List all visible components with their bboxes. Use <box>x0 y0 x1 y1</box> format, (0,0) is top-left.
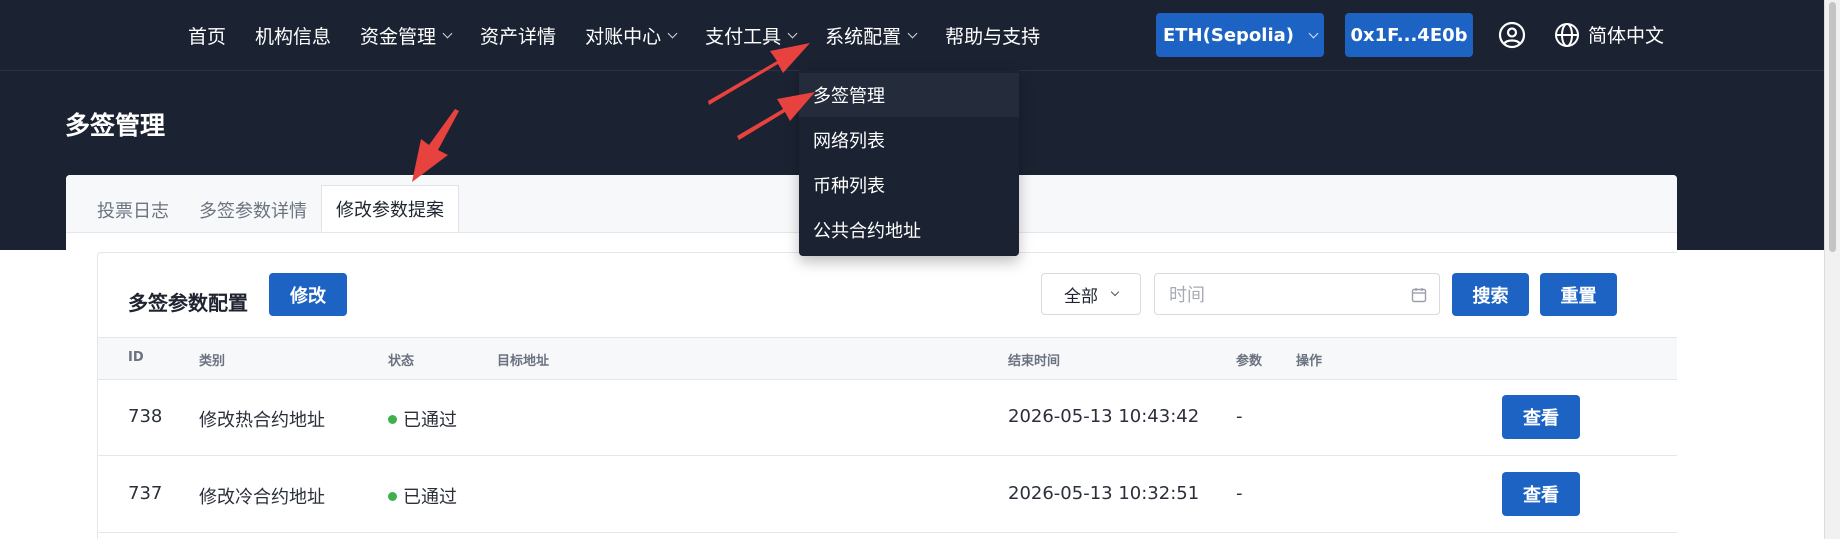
network-label: ETH(Sepolia) <box>1162 24 1294 46</box>
scrollbar-thumb[interactable] <box>1829 2 1836 252</box>
tab-modify-proposal[interactable]: 修改参数提案 <box>321 185 459 232</box>
column-header-end-time: 结束时间 <box>1008 354 1061 369</box>
view-button[interactable]: 查看 <box>1502 472 1580 516</box>
dropdown-item-tokens[interactable]: 币种列表 <box>799 163 1019 207</box>
search-button[interactable]: 搜索 <box>1452 273 1529 316</box>
network-select-button[interactable]: ETH(Sepolia) <box>1156 13 1324 57</box>
column-header-status: 状态 <box>388 354 415 369</box>
nav-item-label: 首页 <box>188 25 227 48</box>
user-account-icon[interactable] <box>1498 21 1526 49</box>
reset-button[interactable]: 重置 <box>1540 273 1617 316</box>
nav-item-home[interactable]: 首页 <box>188 22 226 49</box>
status-filter-select[interactable]: 全部 <box>1041 273 1141 315</box>
edit-button[interactable]: 修改 <box>269 273 347 316</box>
page-scrollbar[interactable] <box>1824 0 1840 539</box>
panel-title: 多签参数配置 <box>128 291 248 315</box>
column-header-id: ID <box>128 350 144 365</box>
nav-item-label: 系统配置 <box>825 25 902 48</box>
calendar-icon <box>1411 288 1427 303</box>
table-header: ID 类别 状态 目标地址 结束时间 参数 操作 <box>98 337 1677 380</box>
wallet-address-label: 0x1F...4E0b <box>1350 24 1468 46</box>
nav-item-label: 资产详情 <box>480 25 557 48</box>
nav-item-help[interactable]: 帮助与支持 <box>945 22 1040 49</box>
chevron-down-icon <box>1308 28 1319 38</box>
dropdown-item-networks[interactable]: 网络列表 <box>799 118 1019 162</box>
status-dot-icon <box>388 414 397 424</box>
status-dot-icon <box>388 491 397 501</box>
nav-item-reconciliation[interactable]: 对账中心 <box>585 22 678 49</box>
date-placeholder: 时间 <box>1169 285 1205 306</box>
date-range-input[interactable]: 时间 <box>1154 273 1440 315</box>
dropdown-item-multisig[interactable]: 多签管理 <box>799 73 1019 117</box>
cell-status: 已通过 <box>388 483 457 509</box>
cell-end-time: 2026-05-13 10:43:42 <box>1008 406 1200 427</box>
column-header-actions: 操作 <box>1296 354 1323 369</box>
tab-vote-log[interactable]: 投票日志 <box>97 188 169 232</box>
column-header-params: 参数 <box>1236 354 1263 369</box>
cell-category: 修改热合约地址 <box>199 410 325 431</box>
top-navigation-bar: 首页 机构信息 资金管理 资产详情 对账中心 支付工具 系统配置 帮助与支持 E… <box>0 0 1824 71</box>
view-button[interactable]: 查看 <box>1502 395 1580 439</box>
cell-params: - <box>1236 483 1243 504</box>
language-label: 简体中文 <box>1588 25 1665 47</box>
cell-category: 修改冷合约地址 <box>199 487 325 508</box>
language-switcher[interactable]: 简体中文 <box>1554 21 1664 48</box>
chevron-down-icon <box>787 28 798 38</box>
page-title: 多签管理 <box>65 111 166 140</box>
filter-value: 全部 <box>1064 286 1098 307</box>
nav-item-label: 支付工具 <box>705 25 782 48</box>
nav-item-institution[interactable]: 机构信息 <box>255 22 331 49</box>
chevron-down-icon <box>907 28 918 38</box>
nav-item-payment-tools[interactable]: 支付工具 <box>705 22 798 49</box>
system-config-dropdown-menu: 多签管理 网络列表 币种列表 公共合约地址 <box>799 70 1019 256</box>
dropdown-item-contracts[interactable]: 公共合约地址 <box>799 208 1019 252</box>
status-label: 已通过 <box>403 487 457 508</box>
column-header-target-address: 目标地址 <box>497 354 550 369</box>
nav-item-assets[interactable]: 资产详情 <box>480 22 556 49</box>
cell-id: 737 <box>128 483 163 504</box>
cell-id: 738 <box>128 406 163 427</box>
chevron-down-icon <box>1110 287 1120 297</box>
nav-item-label: 资金管理 <box>360 25 437 48</box>
status-label: 已通过 <box>403 410 457 431</box>
chevron-down-icon <box>442 28 453 38</box>
main-nav: 首页 机构信息 资金管理 资产详情 对账中心 支付工具 系统配置 帮助与支持 <box>188 0 1069 70</box>
table-row: 738 修改热合约地址 已通过 2026-05-13 10:43:42 - 查看 <box>98 379 1677 456</box>
column-header-category: 类别 <box>199 354 226 369</box>
tab-multisig-params[interactable]: 多签参数详情 <box>199 188 307 232</box>
nav-item-label: 对账中心 <box>585 25 662 48</box>
table-row: 737 修改冷合约地址 已通过 2026-05-13 10:32:51 - 查看 <box>98 456 1677 533</box>
chevron-down-icon <box>667 28 678 38</box>
params-panel: 多签参数配置 修改 全部 时间 搜索 重置 ID 类别 状态 目标地址 结束时间… <box>97 252 1677 539</box>
nav-item-system-config[interactable]: 系统配置 <box>825 22 918 49</box>
wallet-address-button[interactable]: 0x1F...4E0b <box>1345 13 1473 57</box>
nav-item-funds[interactable]: 资金管理 <box>360 22 453 49</box>
cell-params: - <box>1236 406 1243 427</box>
cell-status: 已通过 <box>388 406 457 432</box>
globe-icon <box>1555 22 1579 47</box>
nav-item-label: 帮助与支持 <box>945 25 1041 48</box>
cell-end-time: 2026-05-13 10:32:51 <box>1008 483 1200 504</box>
nav-item-label: 机构信息 <box>255 25 332 48</box>
